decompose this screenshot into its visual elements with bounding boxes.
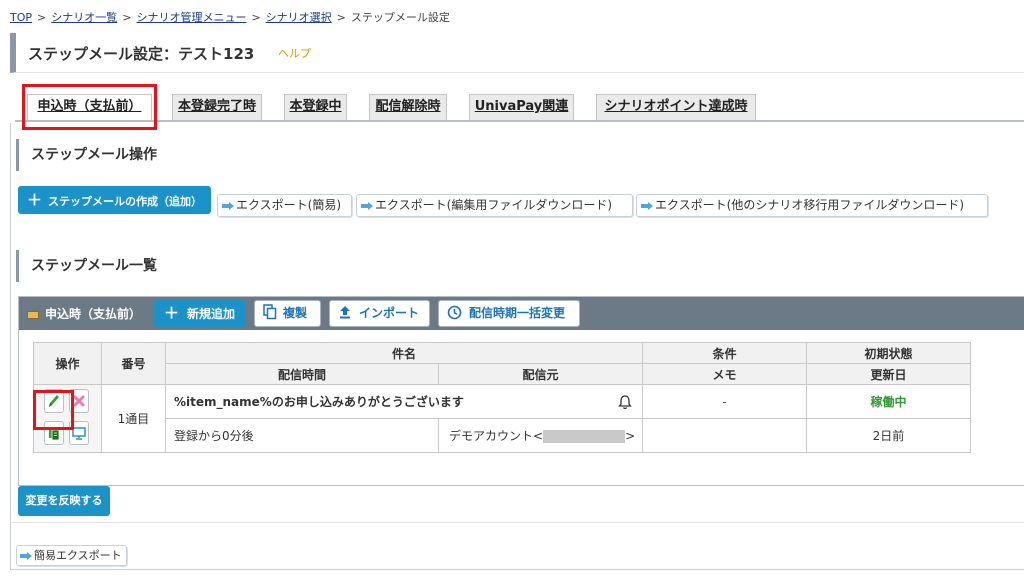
mail-sender: デモアカウント< >: [438, 418, 643, 453]
header-initial-status: 初期状態: [806, 342, 971, 364]
breadcrumb: TOP > シナリオ一覧 > シナリオ管理メニュー > シナリオ選択 > ステップメール設定: [10, 11, 450, 24]
tab-registered[interactable]: 本登録中: [284, 94, 347, 120]
section-title-operations: ステップメール操作: [16, 139, 157, 171]
bulk-schedule-change-button[interactable]: 配信時期一括変更: [438, 300, 580, 327]
clock-icon: [447, 305, 462, 320]
export-edit-button[interactable]: エクスポート(編集用ファイルダウンロード): [356, 194, 633, 217]
export-simple-button[interactable]: エクスポート(簡易): [217, 194, 352, 217]
export-arrow-icon: [641, 201, 653, 210]
export-arrow-icon: [361, 201, 373, 210]
header-memo: メモ: [642, 363, 807, 385]
mail-memo: [642, 418, 807, 453]
export-arrow-icon: [20, 552, 32, 560]
masked-email: [543, 430, 626, 443]
mail-updated: 2日前: [806, 418, 971, 453]
mail-condition: -: [642, 384, 807, 419]
mail-subject[interactable]: %item_name%のお申し込みありがとうございます: [165, 384, 643, 419]
breadcrumb-scenario-menu[interactable]: シナリオ管理メニュー: [136, 11, 246, 24]
add-new-button[interactable]: ＋新規追加: [154, 300, 246, 327]
header-subject: 件名: [165, 342, 643, 364]
panel-toolbar: 申込時（支払前） ＋新規追加 複製 インポート 配信時期一括変更: [19, 297, 1024, 330]
page-header: ステップメール設定：テスト123 ヘルプ: [10, 33, 1024, 73]
export-migrate-button[interactable]: エクスポート(他のシナリオ移行用ファイルダウンロード): [636, 194, 988, 217]
header-sender: 配信元: [438, 363, 643, 385]
copy-icon: [263, 304, 277, 320]
import-button[interactable]: インポート: [329, 300, 430, 327]
step-mail-panel: 申込時（支払前） ＋新規追加 複製 インポート 配信時期一括変更 操作 番号 件…: [18, 296, 1024, 486]
header-delivery-time: 配信時間: [165, 363, 439, 385]
breadcrumb-current: ステップメール設定: [350, 11, 450, 24]
section-title-list: ステップメール一覧: [16, 250, 157, 282]
divider: [10, 522, 1024, 523]
header-condition: 条件: [642, 342, 807, 364]
breadcrumb-scenario-list[interactable]: シナリオ一覧: [51, 11, 117, 24]
plus-icon: ＋: [26, 191, 42, 209]
simple-export-button[interactable]: 簡易エクスポート: [16, 545, 127, 566]
breadcrumb-scenario-select[interactable]: シナリオ選択: [266, 11, 332, 24]
tab-registration-complete[interactable]: 本登録完了時: [172, 94, 262, 120]
panel-label: 申込時（支払前）: [27, 305, 141, 322]
create-step-mail-button[interactable]: ＋ステップメールの作成（追加）: [18, 186, 211, 214]
help-link[interactable]: ヘルプ: [278, 45, 311, 61]
header-op: 操作: [33, 342, 102, 385]
plus-icon: ＋: [164, 304, 180, 322]
envelope-icon: [27, 310, 39, 319]
header-number: 番号: [101, 342, 166, 385]
table-row: 登録から0分後 デモアカウント< > 2日前: [34, 418, 971, 453]
header-updated: 更新日: [806, 363, 971, 385]
mail-number: 1通目: [101, 384, 166, 453]
table-row: 1通目 %item_name%のお申し込みありがとうございます - 稼働中: [33, 384, 971, 453]
page-title: ステップメール設定：テスト123: [28, 45, 255, 63]
tab-scenario-point[interactable]: シナリオポイント達成時: [596, 94, 756, 120]
status-badge: 稼働中: [806, 384, 971, 419]
tab-univapay[interactable]: UnivaPay関連: [469, 94, 574, 120]
step-mail-table: 操作 番号 件名 条件 初期状態 配信時間 配信元 メモ 更新日 1通目 %it…: [33, 342, 971, 453]
apply-changes-button[interactable]: 変更を反映する: [18, 486, 110, 516]
upload-icon: [340, 306, 350, 319]
breadcrumb-top[interactable]: TOP: [10, 11, 32, 24]
export-arrow-icon: [222, 201, 234, 210]
tab-unsubscribe[interactable]: 配信解除時: [369, 94, 447, 120]
tab-bar: 申込時（支払前） 本登録完了時 本登録中 配信解除時 UnivaPay関連 シナ…: [15, 88, 1024, 122]
highlight-box-edit: [33, 390, 74, 430]
bell-icon[interactable]: [618, 394, 632, 410]
copy-button[interactable]: 複製: [254, 300, 321, 327]
mail-delivery-time: 登録から0分後: [165, 418, 439, 453]
